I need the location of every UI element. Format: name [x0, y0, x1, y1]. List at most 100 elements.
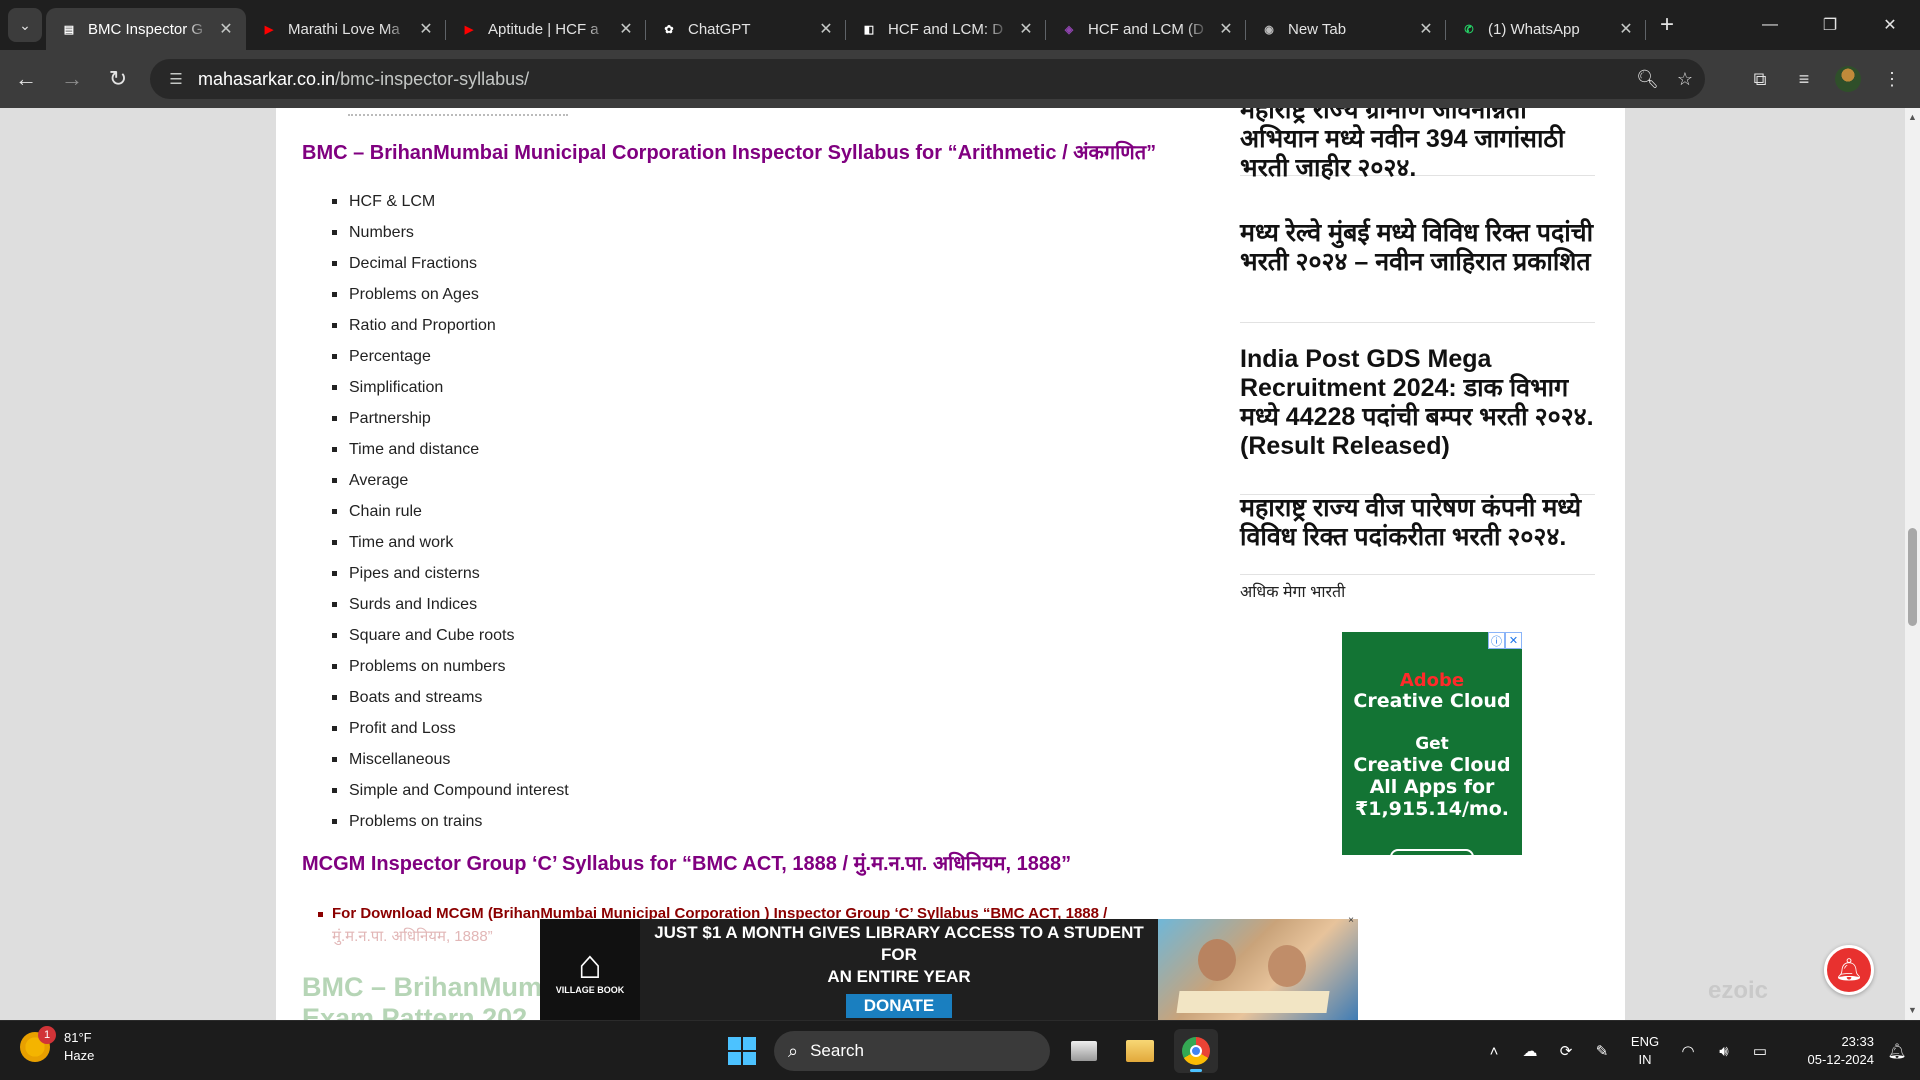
close-icon[interactable]: ✕ [1616, 19, 1636, 39]
back-button[interactable]: ← [6, 59, 46, 99]
bookmark-star-icon[interactable]: ☆ [1677, 69, 1693, 90]
ad-close-icon[interactable]: ✕ [1505, 632, 1522, 649]
scroll-up-icon[interactable]: ▲ [1905, 110, 1920, 125]
ad-choices[interactable]: ⓘ ✕ [1488, 632, 1522, 649]
page-viewport: BMC – BrihanMumbai Municipal Corporation… [0, 108, 1905, 1020]
sticky-ad-area: ⌂ VILLAGE BOOK JUST $1 A MONTH GIVES LIB… [0, 915, 1905, 1020]
ad-info-icon[interactable]: ⓘ [1488, 632, 1505, 649]
file-explorer-button[interactable] [1118, 1029, 1162, 1073]
new-tab-button[interactable]: + [1650, 8, 1684, 42]
browser-tab[interactable]: ▶ Aptitude | HCF a ✕ [446, 8, 646, 50]
syllabus-list-item: Pipes and cisterns [332, 558, 569, 589]
weather-widget[interactable]: 1 81°F Haze [20, 1026, 94, 1065]
sync-icon[interactable]: ⟳ [1548, 1042, 1584, 1060]
syllabus-list-item: Square and Cube roots [332, 620, 569, 651]
tab-title: (1) WhatsApp [1488, 20, 1580, 38]
page-scrollbar[interactable]: ▲ ▼ [1905, 108, 1920, 1020]
scroll-down-icon[interactable]: ▼ [1905, 1003, 1920, 1018]
brilliant-icon: ◈ [1064, 23, 1074, 36]
minimize-button[interactable]: — [1740, 0, 1800, 50]
taskbar-search[interactable]: ⌕ Search [774, 1031, 1050, 1071]
more-mega-recruitment-link[interactable]: अधिक मेगा भारती [1240, 580, 1345, 602]
zoom-icon[interactable]: 🔍︎ [1636, 69, 1659, 90]
profile-avatar[interactable] [1835, 66, 1861, 92]
language-indicator[interactable]: ENG IN [1620, 1033, 1670, 1069]
sidebar-post-link[interactable]: महाराष्ट्र राज्य ग्रामीण जीवनोन्नती अभिय… [1240, 108, 1595, 182]
syllabus-list-item: Simplification [332, 372, 569, 403]
puzzle-icon: ⧉ [1753, 68, 1767, 89]
search-label: Search [810, 1041, 864, 1060]
syllabus-list-item: Average [332, 465, 569, 496]
browser-tab[interactable]: ✆ (1) WhatsApp ✕ [1446, 8, 1646, 50]
syllabus-list-item: Miscellaneous [332, 744, 569, 775]
tab-title: HCF and LCM (D [1088, 20, 1204, 38]
close-icon[interactable]: ✕ [616, 19, 636, 39]
browser-tab[interactable]: ◧ HCF and LCM: D ✕ [846, 8, 1046, 50]
scrollbar-thumb[interactable] [1908, 528, 1917, 626]
close-icon[interactable]: × [1348, 915, 1354, 926]
close-icon[interactable]: ✕ [1416, 19, 1436, 39]
forward-button[interactable]: → [52, 59, 92, 99]
sidebar-post-link[interactable]: India Post GDS Mega Recruitment 2024: डा… [1240, 345, 1595, 495]
notification-bell-button[interactable]: 🔔︎ [1824, 945, 1874, 995]
reload-icon: ↻ [108, 66, 128, 91]
address-bar-actions: 🔍︎ ☆ [1636, 59, 1693, 99]
syllabus-list-item: Boats and streams [332, 682, 569, 713]
plus-icon: + [1659, 11, 1674, 38]
kebab-menu-icon: ⋮ [1883, 68, 1901, 89]
show-hidden-icons-button[interactable]: ˄ [1476, 1043, 1512, 1060]
reload-button[interactable]: ↻ [98, 59, 138, 99]
close-icon[interactable]: ✕ [816, 19, 836, 39]
volume-icon[interactable]: 🔊︎ [1706, 1043, 1742, 1060]
browser-tab[interactable]: ◈ HCF and LCM (D ✕ [1046, 8, 1246, 50]
syllabus-list-item: Numbers [332, 217, 569, 248]
close-icon[interactable]: ✕ [1016, 19, 1036, 39]
task-view-button[interactable] [1062, 1029, 1106, 1073]
menu-button[interactable]: ⋮ [1870, 59, 1914, 99]
syllabus-list-item: Chain rule [332, 496, 569, 527]
clock-date: 05-12-2024 [1807, 1052, 1875, 1067]
url-host: mahasarkar.co.in [198, 68, 336, 89]
cloud-offline-icon[interactable]: ☁ [1512, 1042, 1548, 1060]
pen-input-icon[interactable]: ✎ [1584, 1042, 1620, 1060]
arithmetic-syllabus-list: HCF & LCM Numbers Decimal Fractions Problem… [332, 186, 569, 837]
tab-title: New Tab [1288, 20, 1347, 38]
notifications-icon[interactable]: 🔔︎ [1882, 1042, 1912, 1060]
site-info-icon[interactable]: ☰ [156, 70, 196, 88]
village-book-banner-ad[interactable]: ⌂ VILLAGE BOOK JUST $1 A MONTH GIVES LIB… [540, 915, 1358, 1020]
ad-cta-button[interactable] [1390, 849, 1474, 859]
weather-badge: 1 [38, 1026, 56, 1044]
start-button[interactable] [720, 1029, 764, 1073]
browser-tab[interactable]: ✿ ChatGPT ✕ [646, 8, 846, 50]
address-bar[interactable]: ☰ mahasarkar.co.in/bmc-inspector-syllabu… [150, 59, 1705, 99]
tab-strip: ⌄ ▤ BMC Inspector G ✕ ▶ Marathi Love Ma ✕ ▶ Apt… [0, 0, 1920, 50]
extensions-button[interactable]: ⧉ [1738, 59, 1782, 99]
syllabus-list-item: Time and distance [332, 434, 569, 465]
adobe-display-ad[interactable]: ⓘ ✕ Adobe Creative Cloud Get Creative Cl… [1342, 632, 1522, 859]
wifi-icon[interactable]: ◠ [1670, 1042, 1706, 1060]
sidebar-post-title: महाराष्ट्र राज्य ग्रामीण जीवनोन्नती अभिय… [1240, 108, 1565, 182]
chrome-taskbar-button[interactable] [1174, 1029, 1218, 1073]
close-window-button[interactable]: ✕ [1860, 0, 1920, 50]
tab-search-button[interactable]: ⌄ [8, 8, 42, 42]
region-code: IN [1638, 1052, 1652, 1067]
bell-icon: 🔔︎ [1835, 957, 1863, 982]
chevron-down-icon: ⌄ [19, 16, 31, 33]
browser-tab[interactable]: ◉ New Tab ✕ [1246, 8, 1446, 50]
sidebar-post-link[interactable]: मध्य रेल्वे मुंबई मध्ये विविध रिक्त पदां… [1240, 219, 1595, 323]
chrome-icon [1182, 1037, 1210, 1065]
restore-button[interactable]: ❐ [1800, 0, 1860, 50]
reading-list-button[interactable]: ≡ [1782, 59, 1826, 99]
battery-icon[interactable]: ▭ [1742, 1042, 1778, 1060]
sidebar-post-link[interactable]: महाराष्ट्र राज्य वीज पारेषण कंपनी मध्ये … [1240, 494, 1595, 575]
close-icon[interactable]: ✕ [1216, 19, 1236, 39]
browser-tab[interactable]: ▶ Marathi Love Ma ✕ [246, 8, 446, 50]
donate-button[interactable]: DONATE [845, 993, 953, 1018]
taskbar-apps: ⌕ Search [720, 1029, 1218, 1073]
arrow-left-icon: ← [15, 66, 37, 91]
system-clock[interactable]: 23:33 05-12-2024 [1778, 1033, 1875, 1069]
close-icon[interactable]: ✕ [216, 19, 236, 39]
close-icon[interactable]: ✕ [416, 19, 436, 39]
url-text[interactable]: mahasarkar.co.in/bmc-inspector-syllabus/ [198, 69, 529, 90]
browser-tab[interactable]: ▤ BMC Inspector G ✕ [46, 8, 246, 50]
